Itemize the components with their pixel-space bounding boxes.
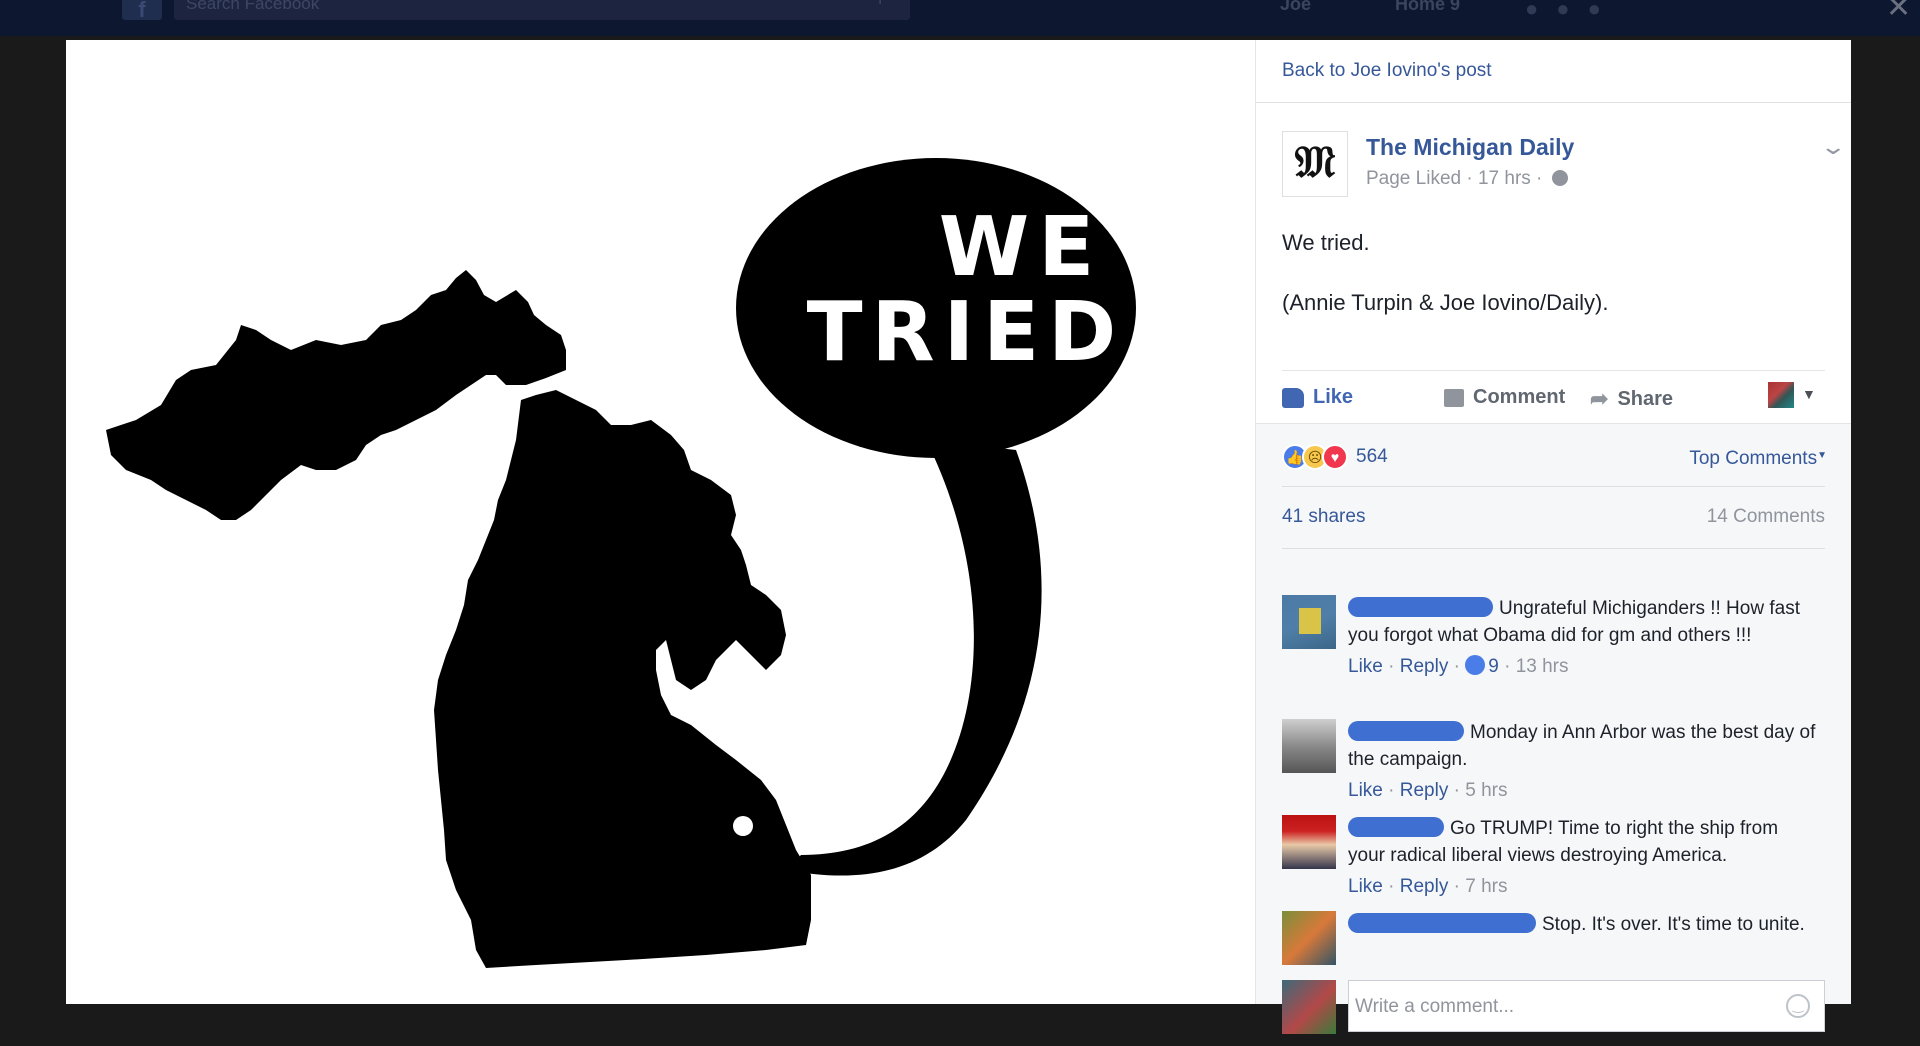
comment-like-count[interactable]: 9 bbox=[1488, 656, 1499, 677]
lower-peninsula-shape bbox=[434, 390, 811, 968]
speech-bubble-tail bbox=[786, 440, 1042, 876]
comment-body: Monday in Ann Arbor was the best day of … bbox=[1348, 719, 1818, 804]
like-button[interactable]: Like bbox=[1282, 386, 1353, 409]
comment-actions: Like · Reply · 7 hrs bbox=[1348, 876, 1508, 897]
reaction-count: 564 bbox=[1356, 446, 1388, 467]
comment-like-link[interactable]: Like bbox=[1348, 656, 1383, 677]
search-input[interactable]: Search Facebook ⚲ bbox=[174, 0, 910, 20]
commenter-avatar[interactable] bbox=[1282, 815, 1336, 869]
comment-time[interactable]: 7 hrs bbox=[1465, 876, 1507, 897]
profile-link[interactable]: Joe bbox=[1280, 0, 1311, 15]
comment-body: Stop. It's over. It's time to unite. bbox=[1348, 911, 1818, 938]
comment-count[interactable]: 14 Comments bbox=[1707, 506, 1825, 528]
comment-label: Comment bbox=[1473, 386, 1566, 408]
sort-label: Top Comments bbox=[1689, 448, 1818, 469]
comment-sort-dropdown[interactable]: Top Comments▼ bbox=[1689, 448, 1827, 470]
chevron-down-icon[interactable]: ⌄ bbox=[1819, 134, 1847, 160]
facebook-logo-icon[interactable]: f bbox=[122, 0, 162, 21]
search-icon[interactable]: ⚲ bbox=[874, 0, 886, 6]
comment-reply-link[interactable]: Reply bbox=[1400, 656, 1449, 677]
viewer-avatar[interactable] bbox=[1282, 980, 1336, 1034]
reactions-summary[interactable]: 👍 ☹ ♥ 564 bbox=[1282, 444, 1388, 470]
share-label: Share bbox=[1617, 387, 1674, 410]
close-icon[interactable]: ✕ bbox=[1886, 0, 1911, 25]
comment-button[interactable]: Comment bbox=[1444, 386, 1920, 409]
comment-like-link[interactable]: Like bbox=[1348, 780, 1383, 801]
upper-peninsula-shape bbox=[106, 270, 566, 520]
share-button[interactable]: ➦ Share bbox=[1590, 386, 1673, 412]
caret-down-icon[interactable]: ▼ bbox=[1802, 386, 1816, 402]
comment-input[interactable]: Write a comment... ‿ bbox=[1348, 980, 1825, 1032]
divider bbox=[1282, 486, 1825, 487]
comment-like-link[interactable]: Like bbox=[1348, 876, 1383, 897]
comment-input-placeholder: Write a comment... bbox=[1355, 996, 1515, 1017]
comment-text: Stop. It's over. It's time to unite. bbox=[1542, 914, 1805, 935]
viewer-avatar[interactable] bbox=[1768, 382, 1794, 408]
ann-arbor-dot bbox=[733, 816, 753, 836]
redacted-name bbox=[1348, 817, 1444, 837]
caret-down-icon: ▼ bbox=[1817, 450, 1827, 461]
comment-time[interactable]: 13 hrs bbox=[1516, 656, 1569, 677]
comment-icon bbox=[1444, 388, 1464, 407]
divider bbox=[1256, 102, 1851, 103]
comment-time[interactable]: 5 hrs bbox=[1465, 780, 1507, 801]
like-label: Like bbox=[1313, 386, 1354, 408]
redacted-name bbox=[1348, 597, 1493, 617]
post-meta-text: Page Liked · 17 hrs · bbox=[1366, 168, 1543, 189]
notification-icons[interactable]: ●●● bbox=[1525, 0, 1619, 22]
like-reaction-icon bbox=[1465, 655, 1486, 675]
commenter-avatar[interactable] bbox=[1282, 911, 1336, 965]
redacted-name bbox=[1348, 721, 1464, 741]
post-credit: (Annie Turpin & Joe Iovino/Daily). bbox=[1282, 290, 1609, 315]
comment-reply-link[interactable]: Reply bbox=[1400, 876, 1449, 897]
bubble-text-line1: WE bbox=[938, 200, 1104, 295]
page-name-link[interactable]: The Michigan Daily bbox=[1366, 134, 1574, 161]
love-reaction-icon: ♥ bbox=[1322, 444, 1348, 470]
comments-section: 👍 ☹ ♥ 564 Top Comments▼ 41 shares 14 Com… bbox=[1256, 423, 1851, 1034]
facebook-top-bar: f Search Facebook ⚲ Joe Home 9 ●●● ✕ bbox=[0, 0, 1920, 36]
comment-actions: Like · Reply · 5 hrs bbox=[1348, 780, 1508, 801]
flag-icon bbox=[1299, 608, 1321, 634]
home-link[interactable]: Home 9 bbox=[1395, 0, 1460, 15]
post-text: We tried. bbox=[1282, 230, 1370, 255]
commenter-avatar[interactable] bbox=[1282, 719, 1336, 773]
comment-body: Ungrateful Michiganders !! How fast you … bbox=[1348, 595, 1818, 680]
divider bbox=[1282, 370, 1825, 371]
shares-link[interactable]: 41 shares bbox=[1282, 506, 1365, 528]
comment-actions: Like · Reply · 9 · 13 hrs bbox=[1348, 655, 1569, 677]
redacted-name bbox=[1348, 913, 1536, 933]
search-placeholder: Search Facebook bbox=[186, 0, 320, 13]
divider bbox=[1282, 548, 1825, 549]
post-meta: Page Liked · 17 hrs · bbox=[1366, 168, 1568, 190]
share-arrow-icon: ➦ bbox=[1590, 386, 1609, 411]
bubble-text-line2: TRIED. bbox=[806, 285, 1166, 380]
michigan-illustration bbox=[106, 158, 1136, 968]
globe-icon[interactable] bbox=[1551, 170, 1568, 186]
thumbs-up-icon bbox=[1282, 387, 1304, 408]
page-avatar[interactable]: 𝔐 bbox=[1282, 131, 1348, 197]
comment-body: Go TRUMP! Time to right the ship from yo… bbox=[1348, 815, 1818, 900]
commenter-avatar[interactable] bbox=[1282, 595, 1336, 649]
emoji-icon[interactable]: ‿ bbox=[1786, 994, 1810, 1018]
photo-theater: WE TRIED. Back to Joe Iovino's post 𝔐 Th… bbox=[66, 40, 1851, 1034]
post-side-panel: Back to Joe Iovino's post 𝔐 The Michigan… bbox=[1256, 40, 1851, 1034]
post-photo[interactable]: WE TRIED. bbox=[66, 40, 1256, 1004]
back-to-post-link[interactable]: Back to Joe Iovino's post bbox=[1282, 60, 1492, 82]
comment-reply-link[interactable]: Reply bbox=[1400, 780, 1449, 801]
